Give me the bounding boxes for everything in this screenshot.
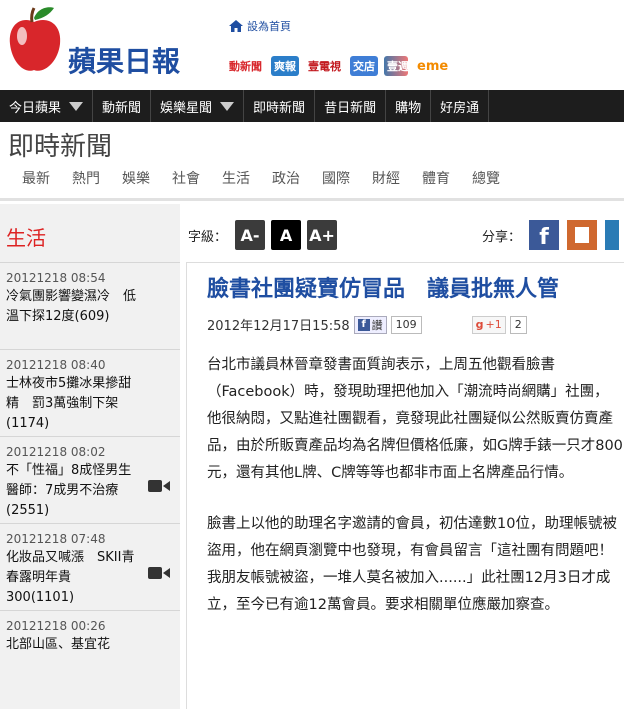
tab-international[interactable]: 國際 — [311, 168, 361, 192]
list-item-title[interactable]: 冷氣團影響變濕冷 低溫下探12度(609) — [6, 287, 138, 327]
divider — [0, 198, 624, 201]
nav-item-dong-news[interactable]: 動新聞 — [93, 90, 152, 122]
video-camera-icon — [148, 480, 170, 492]
article-meta: 2012年12月17日15:58 f 讚 109 g +1 2 — [207, 315, 624, 334]
facebook-share-icon[interactable]: f — [529, 220, 560, 250]
list-item-date: 20121218 00:26 — [6, 619, 106, 633]
tab-entertainment[interactable]: 娛樂 — [111, 168, 161, 192]
category-tabs: 最新 熱門 娛樂 社會 生活 政治 國際 財經 體育 總覽 — [0, 168, 624, 196]
google-plus-icon: g — [475, 318, 484, 331]
partner-links: 動新聞 爽報 壹電視 交店 壹週 eme — [226, 56, 451, 76]
article-paragraph: 台北市議員林晉章發書面質詢表示，上周五他觀看臉書（Facebook）時，發現助理… — [207, 357, 623, 481]
nav-item-label: 好房通 — [440, 100, 480, 116]
google-plus-label: +1 — [485, 318, 502, 331]
twitter-share-icon[interactable] — [605, 220, 620, 250]
share-toolbar: 分享： f — [482, 220, 620, 250]
page-title: 即時新聞 — [8, 132, 113, 162]
site-logo-text[interactable]: 蘋果日報 — [68, 40, 180, 80]
partner-link-next-tv[interactable]: 壹電視 — [305, 56, 344, 76]
home-icon — [229, 20, 243, 32]
list-item-title[interactable]: 化妝品又喊漲 SKII青春露明年貴300(1101) — [6, 548, 138, 608]
tab-finance[interactable]: 財經 — [361, 168, 411, 192]
list-item[interactable]: 20121218 07:48 化妝品又喊漲 SKII青春露明年貴300(1101… — [0, 523, 180, 610]
nav-item-label: 購物 — [395, 100, 422, 116]
sidebar: 生活 20121218 08:54 冷氣團影響變濕冷 低溫下探12度(609) … — [0, 204, 180, 709]
font-normal-button[interactable]: A — [271, 220, 302, 250]
video-camera-icon — [148, 567, 170, 579]
nav-item-label: 即時新聞 — [253, 100, 306, 116]
tab-sports[interactable]: 體育 — [411, 168, 461, 192]
list-item[interactable]: 20121218 08:02 不「性福」8成怪男生 醫師：7成男不治療(2551… — [0, 436, 180, 523]
nav-item-realtime-news[interactable]: 即時新聞 — [244, 90, 316, 122]
list-item[interactable]: 20121218 08:40 士林夜市5攤冰果摻甜精 罰3萬強制下架(1174) — [0, 349, 180, 436]
google-plus-button[interactable]: g +1 — [471, 315, 506, 334]
plurk-share-icon[interactable] — [567, 220, 598, 250]
tab-life[interactable]: 生活 — [211, 168, 261, 192]
nav-item-entertainment[interactable]: 娛樂星聞 — [151, 90, 245, 122]
nav-item-past-news[interactable]: 昔日新聞 — [315, 90, 387, 122]
list-item-date: 20121218 08:02 — [6, 445, 106, 459]
tab-society[interactable]: 社會 — [161, 168, 211, 192]
nav-item-label: 娛樂星聞 — [160, 100, 213, 116]
nav-item-shopping[interactable]: 購物 — [386, 90, 432, 122]
list-item-title[interactable]: 北部山區、基宜花 — [6, 635, 138, 655]
facebook-like-label: 讚 — [371, 318, 383, 332]
main-navigation: 今日蘋果 動新聞 娛樂星聞 即時新聞 昔日新聞 購物 好房通 — [0, 90, 624, 122]
set-homepage-link[interactable]: 設為首頁 — [228, 18, 291, 34]
list-item-title[interactable]: 士林夜市5攤冰果摻甜精 罰3萬強制下架(1174) — [6, 374, 138, 434]
chevron-down-icon[interactable] — [220, 101, 235, 111]
list-item-title[interactable]: 不「性福」8成怪男生 醫師：7成男不治療(2551) — [6, 461, 144, 521]
facebook-icon: f — [357, 318, 370, 331]
font-smaller-button[interactable]: A- — [235, 220, 266, 250]
list-item[interactable]: 20121218 00:26 北部山區、基宜花 — [0, 610, 180, 697]
list-item-date: 20121218 08:54 — [6, 271, 106, 285]
tab-latest[interactable]: 最新 — [0, 168, 61, 192]
facebook-like-count: 109 — [390, 315, 422, 334]
article-headline: 臉書社團疑賣仿冒品 議員批無人管 — [207, 276, 560, 302]
site-header: 蘋果日報 設為首頁 動新聞 爽報 壹電視 交店 壹週 eme — [0, 0, 624, 90]
article-paragraph: 臉書上以他的助理名字邀請的會員，初估達數10位，助理帳號被盜用，他在網頁瀏覽中也… — [207, 516, 617, 613]
list-item[interactable]: 20121218 08:54 冷氣團影響變濕冷 低溫下探12度(609) — [0, 262, 180, 349]
sidebar-title: 生活 — [6, 226, 46, 250]
facebook-like-button[interactable]: f 讚 — [353, 315, 387, 334]
share-label: 分享： — [482, 229, 522, 245]
nav-item-label: 動新聞 — [102, 100, 142, 116]
set-homepage-label: 設為首頁 — [247, 20, 291, 33]
list-item-date: 20121218 07:48 — [6, 532, 106, 546]
list-item-date: 20121218 08:40 — [6, 358, 106, 372]
tab-popular[interactable]: 熱門 — [61, 168, 111, 192]
article: 臉書社團疑賣仿冒品 議員批無人管 2012年12月17日15:58 f 讚 10… — [186, 262, 624, 709]
partner-link-shuang-bao[interactable]: 爽報 — [271, 56, 299, 76]
partner-link-next-weekly[interactable]: 壹週 — [384, 56, 409, 76]
article-datetime: 2012年12月17日15:58 — [207, 319, 350, 334]
font-larger-button[interactable]: A+ — [307, 220, 338, 250]
tab-overview[interactable]: 總覽 — [461, 168, 511, 192]
partner-link-jiao-dian[interactable]: 交店 — [350, 56, 378, 76]
partner-link-dong-news[interactable]: 動新聞 — [226, 56, 265, 76]
font-size-label: 字級： — [188, 229, 228, 245]
font-size-toolbar: 字級： A- A A+ — [188, 220, 338, 250]
chevron-down-icon[interactable] — [69, 101, 84, 111]
nav-item-housing[interactable]: 好房通 — [431, 90, 490, 122]
tab-politics[interactable]: 政治 — [261, 168, 311, 192]
apple-logo-icon[interactable] — [4, 4, 66, 76]
nav-item-today-apple[interactable]: 今日蘋果 — [0, 90, 94, 122]
nav-item-label: 昔日新聞 — [324, 100, 377, 116]
google-plus-count: 2 — [509, 315, 527, 334]
nav-item-label: 今日蘋果 — [9, 100, 62, 116]
partner-link-eme[interactable]: eme — [414, 57, 451, 76]
